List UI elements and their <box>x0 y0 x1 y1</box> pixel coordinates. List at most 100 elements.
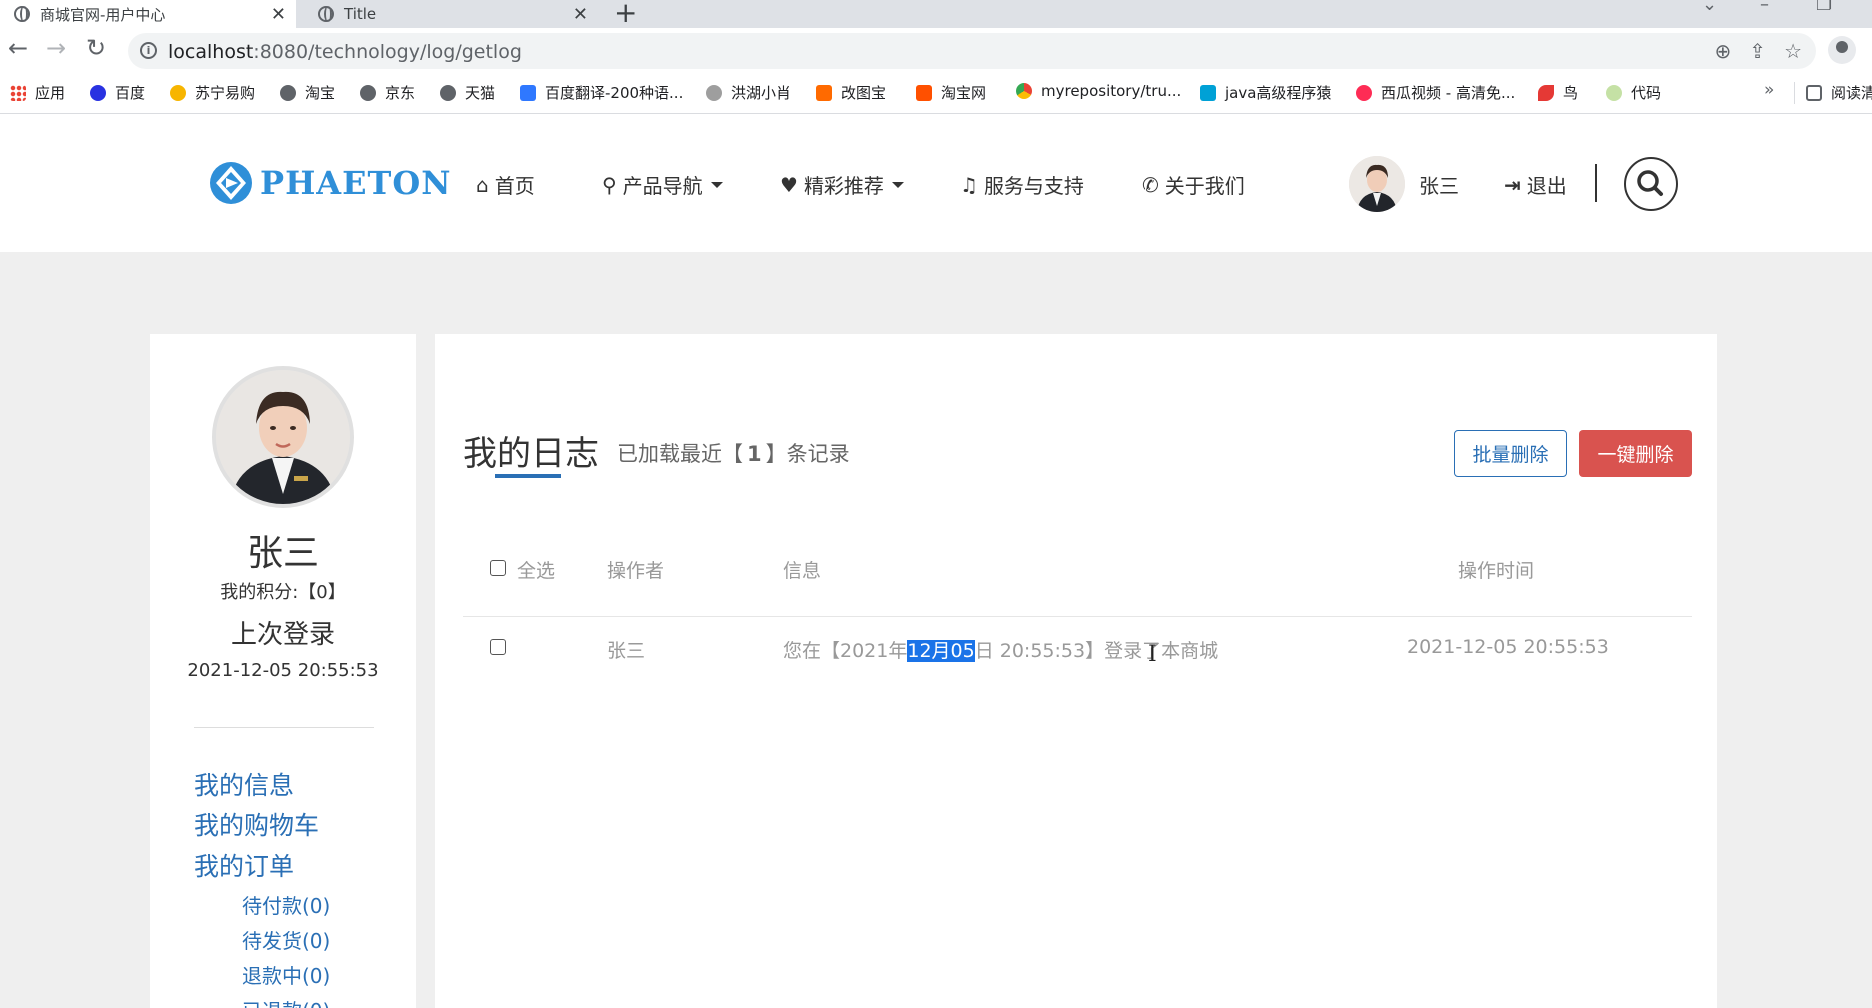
record-count: 1 <box>747 442 762 466</box>
tab-title: 商城官网-用户中心 <box>40 5 166 24</box>
column-header-operator: 操作者 <box>607 560 665 582</box>
leaf-icon <box>1606 84 1622 101</box>
globe-icon <box>14 6 30 22</box>
avatar[interactable] <box>1349 156 1405 212</box>
site-logo[interactable]: PHAETON <box>208 160 451 206</box>
sidebar-sub-refunding[interactable]: 退款中(0) <box>242 960 330 989</box>
close-tab-icon[interactable]: ✕ <box>573 4 588 25</box>
suning-icon <box>170 84 186 101</box>
nav-products[interactable]: ⚲ 产品导航 <box>602 170 723 199</box>
row-time: 2021-12-05 20:55:53 <box>1407 636 1609 658</box>
user-photo <box>1349 156 1405 212</box>
new-tab-icon[interactable]: + <box>614 0 637 29</box>
column-header-info: 信息 <box>783 560 822 582</box>
bookmark-item[interactable]: 京东 <box>360 82 415 103</box>
address-bar-row: ← → ↻ i localhost:8080/technology/log/ge… <box>0 28 1872 72</box>
avatar <box>212 366 354 508</box>
url-field[interactable]: i localhost:8080/technology/log/getlog ⊕… <box>128 33 1816 69</box>
browser-tab[interactable]: Title ✕ <box>304 0 598 28</box>
delete-all-button[interactable]: 一键删除 <box>1579 430 1692 477</box>
browser-tab-bar: 商城官网-用户中心 ✕ Title ✕ + ⌄ – ❐ <box>0 0 1872 29</box>
sidebar-item-my-cart[interactable]: 我的购物车 <box>194 806 319 842</box>
bookmarks-bar: 应用 百度 苏宁易购 淘宝 京东 天猫 百度翻译-200种语... 洪湖小肖 改… <box>0 72 1872 114</box>
title-underline <box>495 474 561 478</box>
column-header-select-all[interactable]: 全选 <box>517 556 555 583</box>
bookmark-item[interactable]: 百度 <box>90 82 145 103</box>
user-sidebar: 张三 我的积分:【0】 上次登录 2021-12-05 20:55:53 我的信… <box>150 334 416 1008</box>
minimize-icon[interactable]: – <box>1760 0 1769 15</box>
browser-tab-active[interactable]: 商城官网-用户中心 ✕ <box>0 0 296 28</box>
bookmarks-divider <box>1794 82 1795 104</box>
sidebar-divider <box>194 727 374 728</box>
bookmark-item[interactable]: 洪湖小肖 <box>706 82 791 103</box>
site-info-icon[interactable]: i <box>140 42 157 59</box>
header-user-name[interactable]: 张三 <box>1419 170 1459 199</box>
bookmark-item[interactable]: 改图宝 <box>816 82 886 103</box>
sidebar-user-name: 张三 <box>246 533 319 574</box>
bookmark-item[interactable]: 天猫 <box>440 82 495 103</box>
url-actions: ⊕ ⇪ ☆ <box>1715 39 1802 63</box>
reading-list[interactable]: 阅读清单 <box>1806 82 1872 103</box>
caret-down-icon <box>710 181 723 188</box>
tab-search-chevron-icon[interactable]: ⌄ <box>1702 0 1717 15</box>
bookmarks-overflow-icon[interactable]: » <box>1764 80 1774 100</box>
sidebar-item-my-orders[interactable]: 我的订单 <box>194 847 294 883</box>
row-checkbox[interactable] <box>490 639 506 655</box>
sidebar-sub-pending-shipment[interactable]: 待发货(0) <box>242 925 330 954</box>
bookmark-item[interactable]: 百度翻译-200种语... <box>520 82 683 103</box>
bookmark-item[interactable]: 鸟 <box>1538 82 1578 103</box>
bookmark-item[interactable]: 代码 <box>1606 82 1661 103</box>
globe-icon <box>360 84 376 101</box>
select-all-checkbox[interactable] <box>490 560 506 576</box>
share-icon[interactable]: ⇪ <box>1749 39 1766 63</box>
back-arrow-icon[interactable]: ← <box>8 34 28 62</box>
column-header-time: 操作时间 <box>1458 560 1535 582</box>
logout-link[interactable]: ⇥ 退出 <box>1504 170 1567 199</box>
map-pin-icon: ⚲ <box>602 172 617 197</box>
phone-icon: ✆ <box>1142 172 1159 197</box>
search-button[interactable] <box>1624 157 1678 211</box>
restore-icon[interactable]: ❐ <box>1816 0 1832 15</box>
profile-avatar-icon[interactable] <box>1828 36 1856 64</box>
heart-icon: ♥ <box>780 172 798 197</box>
bird-icon <box>706 84 722 101</box>
bird-red-icon <box>1538 84 1554 101</box>
page-title: 我的日志 <box>463 434 599 474</box>
sidebar-item-my-info[interactable]: 我的信息 <box>194 766 294 802</box>
tab-title: Title <box>344 5 377 23</box>
last-login-label: 上次登录 <box>230 620 335 650</box>
baidu-translate-icon <box>520 84 536 101</box>
site-header: PHAETON ⌂ 首页 ⚲ 产品导航 ♥ 精彩推荐 ♫ 服务与支持 ✆ 关于我… <box>0 114 1872 252</box>
nav-recommend[interactable]: ♥ 精彩推荐 <box>780 170 904 199</box>
forward-arrow-icon[interactable]: → <box>46 34 66 62</box>
last-login-time: 2021-12-05 20:55:53 <box>187 660 379 681</box>
globe-icon <box>440 84 456 101</box>
baidu-paw-icon <box>90 84 106 101</box>
nav-home[interactable]: ⌂ 首页 <box>476 170 535 199</box>
batch-delete-button[interactable]: 批量删除 <box>1454 430 1567 477</box>
user-photo <box>216 370 350 504</box>
table-divider <box>463 616 1692 617</box>
star-icon[interactable]: ☆ <box>1784 39 1802 63</box>
bookmark-item[interactable]: 应用 <box>10 82 65 103</box>
reload-icon[interactable]: ↻ <box>86 34 106 62</box>
bookmark-item[interactable]: 淘宝网 <box>916 82 986 103</box>
bookmark-item[interactable]: 苏宁易购 <box>170 82 255 103</box>
bookmark-item[interactable]: 淘宝 <box>280 82 335 103</box>
bookmark-item[interactable]: java高级程序猿 <box>1200 82 1331 103</box>
points-text: 我的积分:【0】 <box>220 582 346 603</box>
phaeton-logo-icon <box>210 162 252 204</box>
bookmark-item[interactable]: myrepository/tru... <box>1016 82 1181 100</box>
row-operator: 张三 <box>607 640 646 662</box>
sidebar-sub-pending-payment[interactable]: 待付款(0) <box>242 890 330 919</box>
search-icon <box>1637 170 1663 196</box>
chrome-icon <box>1016 83 1032 99</box>
close-tab-icon[interactable]: ✕ <box>271 4 286 25</box>
sidebar-sub-refunded[interactable]: 已退款(0) <box>242 995 330 1008</box>
zoom-icon[interactable]: ⊕ <box>1715 39 1732 63</box>
apps-grid-icon <box>10 84 26 101</box>
nav-support[interactable]: ♫ 服务与支持 <box>960 170 1084 199</box>
bookmark-item[interactable]: 西瓜视频 - 高清免... <box>1356 82 1515 103</box>
logo-text: PHAETON <box>260 164 452 202</box>
nav-about[interactable]: ✆ 关于我们 <box>1142 170 1245 199</box>
